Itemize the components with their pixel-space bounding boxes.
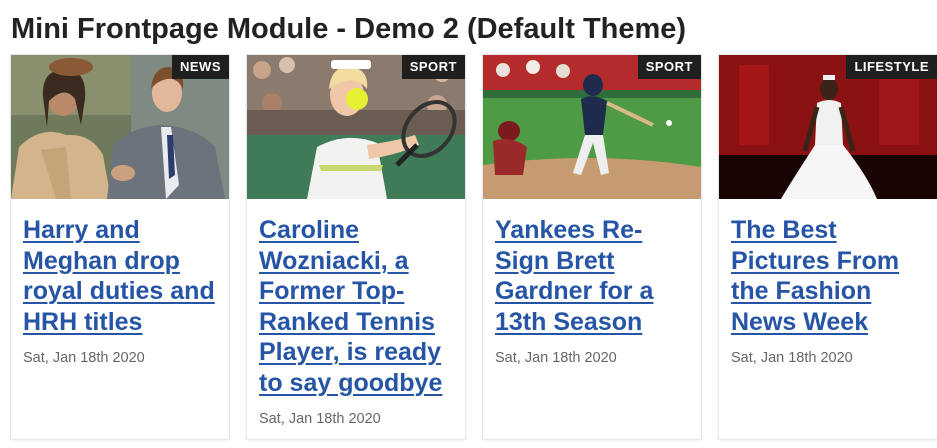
article-date: Sat, Jan 18th 2020 (731, 350, 853, 366)
article-title-link[interactable]: The Best Pictures From the Fashion News … (731, 215, 925, 337)
article-image-link[interactable]: NEWS (11, 55, 229, 199)
category-badge[interactable]: NEWS (172, 55, 229, 79)
category-badge[interactable]: SPORT (401, 55, 465, 79)
article-date: Sat, Jan 18th 2020 (23, 350, 145, 366)
article-title-link[interactable]: Caroline Wozniacki, a Former Top-Ranked … (259, 215, 453, 398)
article-date: Sat, Jan 18th 2020 (259, 411, 381, 427)
article-card: SPORT Caroline Wozniacki, a Former Top-R… (247, 55, 465, 439)
article-image-link[interactable]: SPORT (247, 55, 465, 199)
article-card: NEWS Harry and Meghan drop royal duties … (11, 55, 229, 439)
article-image-link[interactable]: SPORT (483, 55, 701, 199)
article-card: LIFESTYLE The Best Pictures From the Fas… (719, 55, 937, 439)
module-title: Mini Frontpage Module - Demo 2 (Default … (11, 13, 687, 45)
article-grid: NEWS Harry and Meghan drop royal duties … (11, 55, 937, 448)
article-title-link[interactable]: Harry and Meghan drop royal duties and H… (23, 215, 217, 337)
article-title-link[interactable]: Yankees Re-Sign Brett Gardner for a 13th… (495, 215, 689, 337)
article-card: SPORT Yankees Re-Sign Brett Gardner for … (483, 55, 701, 439)
category-badge[interactable]: LIFESTYLE (846, 55, 937, 79)
article-date: Sat, Jan 18th 2020 (495, 350, 617, 366)
category-badge[interactable]: SPORT (637, 55, 701, 79)
article-image-link[interactable]: LIFESTYLE (719, 55, 937, 199)
